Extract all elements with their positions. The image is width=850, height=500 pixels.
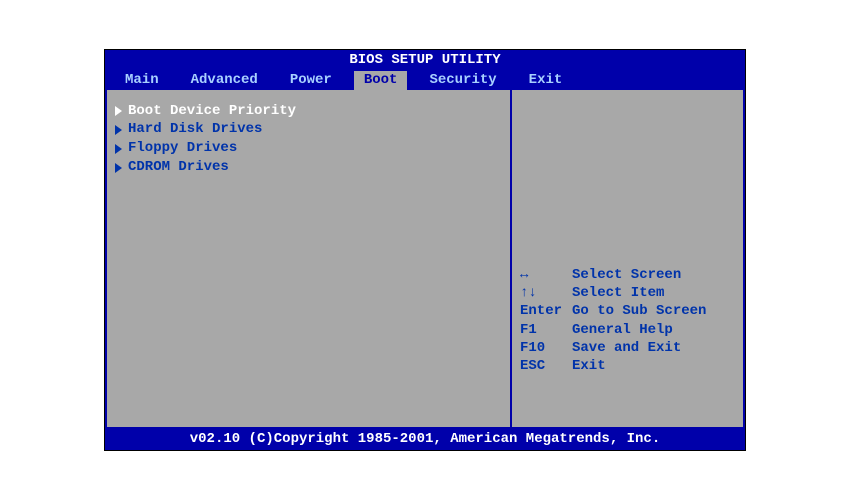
submenu-arrow-icon [115, 106, 122, 116]
hint-action: Select Screen [572, 266, 681, 284]
hint-row: ESC Exit [520, 357, 735, 375]
menu-label: Boot Device Priority [128, 102, 296, 121]
menu-item-cdrom-drives[interactable]: CDROM Drives [115, 158, 502, 177]
hint-row: ↑↓ Select Item [520, 284, 735, 302]
submenu-arrow-icon [115, 125, 122, 135]
hint-key: F10 [520, 339, 572, 357]
hint-key: Enter [520, 302, 572, 320]
submenu-arrow-icon [115, 163, 122, 173]
menu-label: Hard Disk Drives [128, 120, 262, 139]
tab-bar: Main Advanced Power Boot Security Exit [105, 71, 745, 90]
hint-action: Go to Sub Screen [572, 302, 706, 320]
menu-label: Floppy Drives [128, 139, 237, 158]
menu-item-hard-disk-drives[interactable]: Hard Disk Drives [115, 120, 502, 139]
footer-bar: v02.10 (C)Copyright 1985-2001, American … [105, 429, 745, 450]
submenu-arrow-icon [115, 144, 122, 154]
hint-row: ↔ Select Screen [520, 266, 735, 284]
key-hints: ↔ Select Screen ↑↓ Select Item Enter Go … [520, 266, 735, 375]
tab-main[interactable]: Main [115, 71, 169, 90]
tab-advanced[interactable]: Advanced [181, 71, 268, 90]
hint-key: ESC [520, 357, 572, 375]
help-panel: ↔ Select Screen ↑↓ Select Item Enter Go … [512, 90, 743, 428]
hint-row: F10 Save and Exit [520, 339, 735, 357]
tab-exit[interactable]: Exit [519, 71, 573, 90]
menu-item-floppy-drives[interactable]: Floppy Drives [115, 139, 502, 158]
hint-key: ↑↓ [520, 284, 572, 302]
hint-row: F1 General Help [520, 321, 735, 339]
menu-item-boot-device-priority[interactable]: Boot Device Priority [115, 102, 502, 121]
hint-action: Save and Exit [572, 339, 681, 357]
hint-action: Exit [572, 357, 606, 375]
hint-action: Select Item [572, 284, 664, 302]
hint-row: Enter Go to Sub Screen [520, 302, 735, 320]
tab-security[interactable]: Security [419, 71, 506, 90]
tab-power[interactable]: Power [280, 71, 342, 90]
hint-key: F1 [520, 321, 572, 339]
tab-boot[interactable]: Boot [354, 71, 408, 90]
title-bar: BIOS SETUP UTILITY [105, 50, 745, 71]
hint-key: ↔ [520, 266, 572, 284]
content-area: Boot Device Priority Hard Disk Drives Fl… [105, 90, 745, 430]
hint-action: General Help [572, 321, 673, 339]
bios-window: BIOS SETUP UTILITY Main Advanced Power B… [104, 49, 746, 451]
menu-panel: Boot Device Priority Hard Disk Drives Fl… [107, 90, 512, 428]
menu-label: CDROM Drives [128, 158, 229, 177]
